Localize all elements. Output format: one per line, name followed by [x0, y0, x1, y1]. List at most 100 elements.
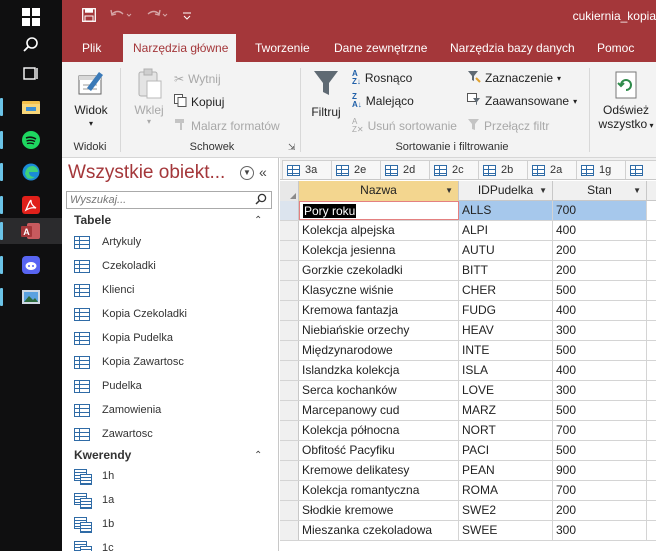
chevron-down-icon[interactable]: ▼: [539, 181, 547, 200]
table-cell[interactable]: Kremowa fantazja: [299, 301, 459, 320]
table-cell[interactable]: CHER: [459, 281, 553, 300]
nav-item-query[interactable]: 1h: [74, 465, 264, 487]
table-cell[interactable]: AUTU: [459, 241, 553, 260]
table-row[interactable]: Kolekcja północna NORT 700: [280, 421, 656, 441]
table-cell[interactable]: SWE2: [459, 501, 553, 520]
chevron-down-icon[interactable]: ▼: [240, 166, 254, 180]
table-cell[interactable]: 400: [553, 221, 647, 240]
table-cell[interactable]: 500: [553, 341, 647, 360]
task-view-icon[interactable]: [20, 63, 42, 85]
table-cell[interactable]: Obfitość Pacyfiku: [299, 441, 459, 460]
table-row[interactable]: Międzynarodowe INTE 500: [280, 341, 656, 361]
record-selector[interactable]: [280, 401, 299, 420]
table-cell[interactable]: 900: [553, 461, 647, 480]
record-selector[interactable]: [280, 501, 299, 520]
table-cell[interactable]: Islandzka kolekcja: [299, 361, 459, 380]
tab-plik[interactable]: Plik: [72, 34, 111, 62]
record-selector[interactable]: [280, 301, 299, 320]
nav-pane-title[interactable]: Wszystkie obiekt...: [68, 162, 225, 184]
record-selector[interactable]: [280, 261, 299, 280]
table-row[interactable]: Kolekcja romantyczna ROMA 700: [280, 481, 656, 501]
table-cell[interactable]: 200: [553, 501, 647, 520]
nav-item-query[interactable]: 1b: [74, 513, 264, 535]
select-all-button[interactable]: [280, 181, 299, 201]
discord-icon[interactable]: [20, 254, 42, 276]
usun-sortowanie-button[interactable]: A Z✕ Usuń sortowanie: [352, 118, 457, 134]
nav-item-table[interactable]: Pudelka: [74, 375, 264, 397]
nav-item-table[interactable]: Zawartosc: [74, 423, 264, 445]
table-row[interactable]: Pory roku ALLS 700: [280, 201, 656, 221]
object-tab[interactable]: [625, 160, 656, 179]
przelacz-filtr-button[interactable]: Przełącz filtr: [467, 118, 549, 134]
record-selector[interactable]: [280, 221, 299, 240]
column-header-idpudelka[interactable]: IDPudelka ▼: [459, 181, 553, 201]
file-explorer-icon[interactable]: [20, 96, 42, 118]
table-cell[interactable]: 300: [553, 521, 647, 540]
table-cell[interactable]: ALLS: [459, 201, 553, 220]
table-cell[interactable]: 300: [553, 321, 647, 340]
nav-search-input[interactable]: [66, 191, 272, 209]
table-cell[interactable]: SWEE: [459, 521, 553, 540]
table-cell[interactable]: PEAN: [459, 461, 553, 480]
zaawansowane-button[interactable]: Zaawansowane ▾: [467, 93, 577, 109]
table-cell[interactable]: 400: [553, 361, 647, 380]
table-cell[interactable]: PACI: [459, 441, 553, 460]
collapse-pane-icon[interactable]: «: [259, 164, 267, 180]
widok-button[interactable]: Widok ▾: [70, 68, 112, 128]
chevron-down-icon[interactable]: ▼: [445, 181, 453, 200]
record-selector[interactable]: [280, 361, 299, 380]
table-cell[interactable]: ISLA: [459, 361, 553, 380]
table-cell[interactable]: ALPI: [459, 221, 553, 240]
nav-item-table[interactable]: Kopia Czekoladki: [74, 303, 264, 325]
table-cell[interactable]: 500: [553, 441, 647, 460]
nav-item-table[interactable]: Klienci: [74, 279, 264, 301]
wytnij-button[interactable]: ✂ Wytnij: [174, 72, 221, 86]
malejaco-button[interactable]: Z A↓ Malejąco: [352, 93, 414, 109]
table-row[interactable]: Kolekcja jesienna AUTU 200: [280, 241, 656, 261]
table-cell[interactable]: HEAV: [459, 321, 553, 340]
zaznaczenie-button[interactable]: Zaznaczenie ▾: [467, 70, 561, 86]
table-cell[interactable]: Niebiańskie orzechy: [299, 321, 459, 340]
object-tab[interactable]: 3a: [282, 160, 332, 179]
nav-item-table[interactable]: Kopia Zawartosc: [74, 351, 264, 373]
chevron-down-icon[interactable]: ▼: [633, 181, 641, 200]
nav-item-table[interactable]: Kopia Pudelka: [74, 327, 264, 349]
record-selector[interactable]: [280, 421, 299, 440]
record-selector[interactable]: [280, 341, 299, 360]
table-cell[interactable]: Kolekcja północna: [299, 421, 459, 440]
table-cell[interactable]: 400: [553, 301, 647, 320]
table-cell[interactable]: 700: [553, 421, 647, 440]
nav-section-tabele[interactable]: Tabele: [74, 213, 111, 227]
record-selector[interactable]: [280, 321, 299, 340]
table-row[interactable]: Słodkie kremowe SWE2 200: [280, 501, 656, 521]
nav-item-query[interactable]: 1c: [74, 537, 264, 551]
dialog-launcher-icon[interactable]: ⇲: [288, 142, 296, 153]
search-icon[interactable]: [20, 34, 42, 56]
table-cell[interactable]: 500: [553, 401, 647, 420]
object-tab[interactable]: 2e: [331, 160, 381, 179]
record-selector[interactable]: [280, 441, 299, 460]
object-tab[interactable]: 2b: [478, 160, 528, 179]
nav-item-table[interactable]: Zamowienia: [74, 399, 264, 421]
record-selector[interactable]: [280, 201, 299, 220]
nav-section-kwerendy[interactable]: Kwerendy: [74, 448, 131, 462]
column-header-nazwa[interactable]: Nazwa ▼: [299, 181, 459, 201]
table-cell[interactable]: 500: [553, 281, 647, 300]
object-tab[interactable]: 1g: [576, 160, 626, 179]
acrobat-icon[interactable]: [20, 194, 42, 216]
table-row[interactable]: Kremowe delikatesy PEAN 900: [280, 461, 656, 481]
table-cell[interactable]: 200: [553, 241, 647, 260]
table-row[interactable]: Obfitość Pacyfiku PACI 500: [280, 441, 656, 461]
search-icon[interactable]: [255, 193, 267, 208]
tab-narzedzia-bazy-danych[interactable]: Narzędzia bazy danych: [440, 34, 585, 62]
tab-tworzenie[interactable]: Tworzenie: [245, 34, 320, 62]
table-cell[interactable]: INTE: [459, 341, 553, 360]
table-cell[interactable]: Słodkie kremowe: [299, 501, 459, 520]
table-cell[interactable]: BITT: [459, 261, 553, 280]
object-tab[interactable]: 2d: [380, 160, 430, 179]
table-row[interactable]: Marcepanowy cud MARZ 500: [280, 401, 656, 421]
table-row[interactable]: Kremowa fantazja FUDG 400: [280, 301, 656, 321]
nav-item-table[interactable]: Artykuly: [74, 231, 264, 253]
odswiez-wszystko-button[interactable]: Odśwież wszystko ▾: [596, 70, 656, 131]
kopiuj-button[interactable]: Kopiuj: [174, 94, 224, 110]
